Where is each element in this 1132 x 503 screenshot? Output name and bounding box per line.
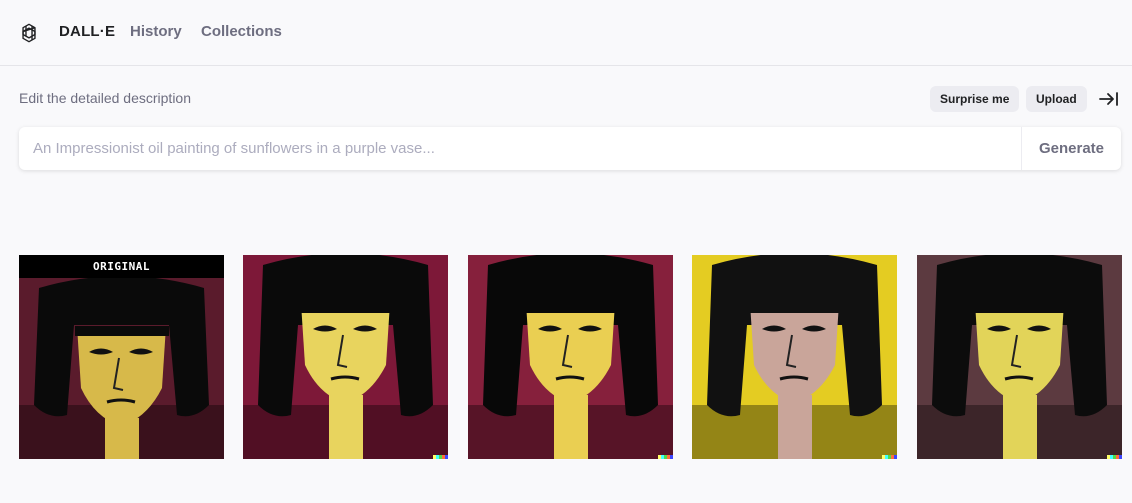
nav-collections-link[interactable]: Collections <box>201 23 282 40</box>
upload-button[interactable]: Upload <box>1026 86 1087 112</box>
original-badge: ORIGINAL <box>19 255 224 278</box>
portrait-painting <box>692 255 897 459</box>
dalle-signature-mark <box>882 455 897 459</box>
variation-image-card[interactable] <box>692 255 897 459</box>
variation-image-card[interactable] <box>468 255 673 459</box>
edit-description-label: Edit the detailed description <box>19 90 191 106</box>
top-navigation-bar: DALL·E History Collections <box>0 0 1132 66</box>
arrow-right-to-bar-icon[interactable] <box>1098 89 1120 109</box>
surprise-me-button[interactable]: Surprise me <box>930 86 1020 112</box>
portrait-painting <box>917 255 1122 459</box>
dalle-signature-mark <box>433 455 448 459</box>
prompt-bar: Generate <box>19 127 1121 170</box>
variation-image-card[interactable] <box>243 255 448 459</box>
openai-logo-icon[interactable] <box>18 22 40 44</box>
generate-button[interactable]: Generate <box>1021 127 1121 170</box>
variation-image-card[interactable] <box>917 255 1122 459</box>
portrait-painting <box>243 255 448 459</box>
dalle-home-link[interactable]: DALL·E <box>59 23 115 40</box>
portrait-painting <box>468 255 673 459</box>
original-image-card[interactable]: ORIGINAL <box>19 255 224 459</box>
nav-history-link[interactable]: History <box>130 23 182 40</box>
portrait-painting <box>19 255 224 459</box>
dalle-signature-mark <box>658 455 673 459</box>
dalle-signature-mark <box>1107 455 1122 459</box>
prompt-input[interactable] <box>19 127 1021 170</box>
